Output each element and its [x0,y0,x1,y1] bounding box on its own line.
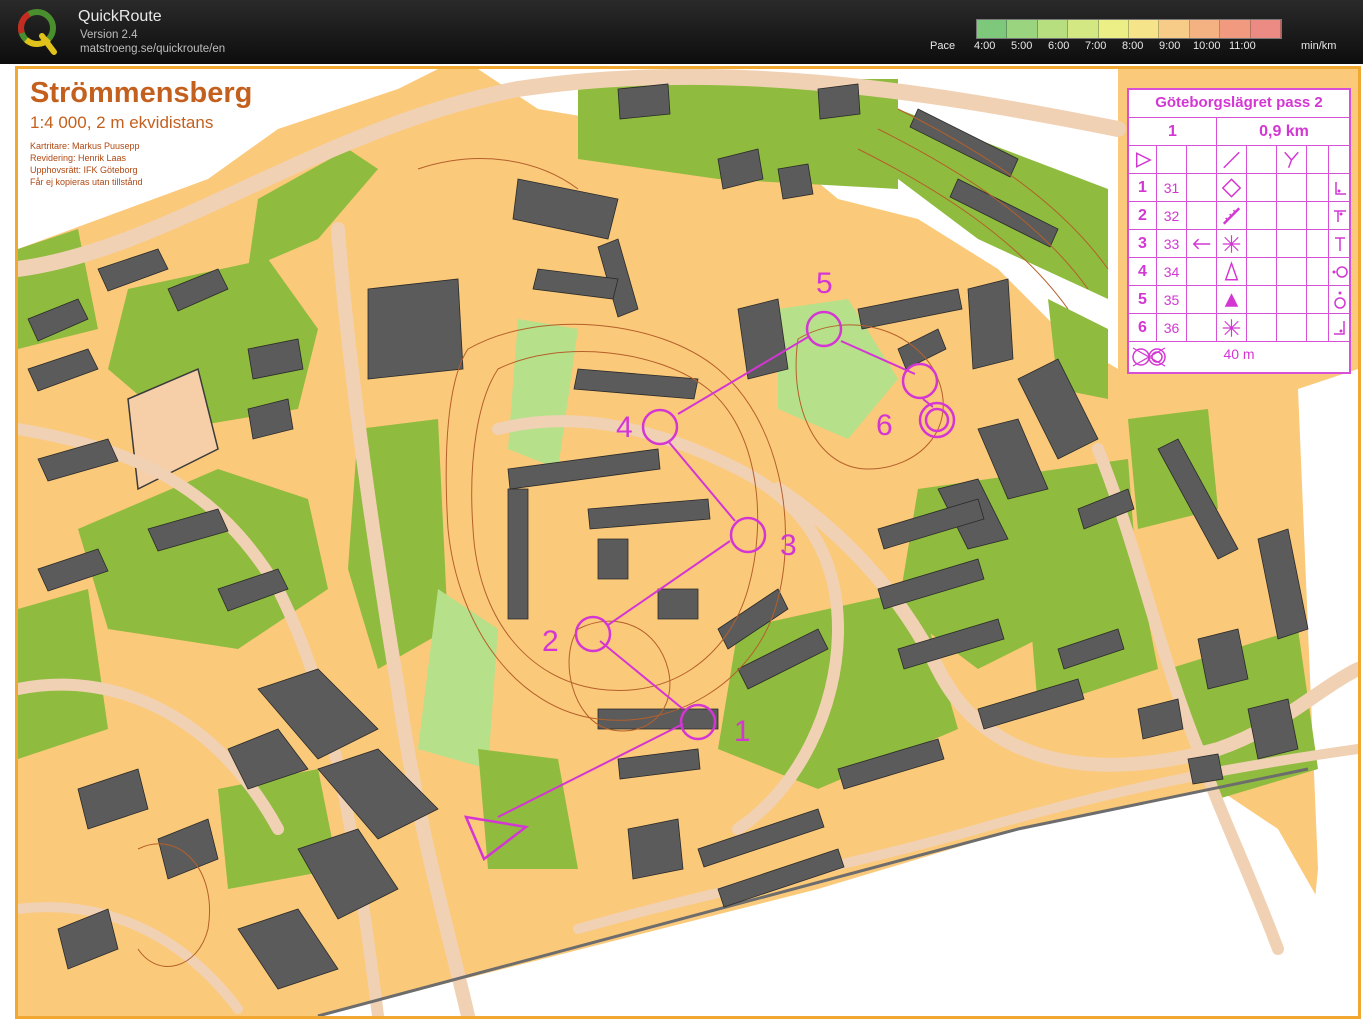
control-code: 33 [1157,230,1187,258]
diamond-icon [1217,174,1247,202]
thicket-icon [1217,230,1247,258]
pace-color-cell [1037,20,1069,38]
description-header-row: 1 0,9 km [1129,117,1349,146]
description-row: 4 34 [1129,257,1349,286]
description-row: 2 32 [1129,201,1349,230]
pace-tick: 10:00 [1193,40,1221,52]
pace-tick: 6:00 [1048,40,1070,52]
pace-color-cell [1068,20,1099,38]
pace-label: Pace [930,40,956,52]
pace-color-cell [977,20,1008,38]
map-credit: Revidering: Henrik Laas [30,153,127,163]
orienteering-map[interactable]: 1 2 3 4 5 6 Strömmensberg 1:4 000, 2 m e… [15,66,1361,1019]
pace-color-cell [1220,20,1251,38]
control-code: 34 [1157,258,1187,286]
control-code: 32 [1157,202,1187,230]
thicket-icon [1217,314,1247,342]
side-icon [1329,258,1351,286]
control-seq: 2 [1129,202,1157,230]
control-seq: 5 [1129,286,1157,314]
description-finish-row: 40 m [1129,341,1349,373]
pace-tick: 5:00 [1011,40,1033,52]
pace-unit: min/km [1301,40,1337,52]
start-symbol-icon [1129,146,1157,174]
map-credit: Kartritare: Markus Puusepp [30,141,140,151]
control-code: 36 [1157,314,1187,342]
pace-tick: 8:00 [1122,40,1144,52]
cliff-icon [1217,202,1247,230]
boulder-icon [1217,258,1247,286]
corner2-icon [1329,314,1351,342]
pace-tick: 11:00 [1229,40,1256,52]
description-row: 3 33 [1129,229,1349,258]
junction-symbol-icon [1277,146,1307,174]
pace-color-cell [1159,20,1190,38]
control-seq: 4 [1129,258,1157,286]
pace-color-cell [1007,20,1038,38]
course-length: 0,9 km [1259,123,1309,140]
pace-tick: 9:00 [1159,40,1181,52]
finish-end-icon [1132,347,1166,367]
triangle-icon [1217,286,1247,314]
app-url[interactable]: matstroeng.se/quickroute/en [80,43,225,55]
app-header: QuickRoute Version 2.4 matstroeng.se/qui… [0,0,1363,64]
pace-tick: 4:00 [974,40,996,52]
control-number: 1 [734,715,751,748]
course-number: 1 [1129,118,1217,146]
corner-icon [1329,174,1351,202]
control-description-sheet: Göteborgslägret pass 2 1 0,9 km 1 31 2 3… [1127,88,1351,374]
app-title: QuickRoute [78,8,162,25]
map-credit: Får ej kopieras utan tillstånd [30,177,143,187]
map-credit: Upphovsrätt: IFK Göteborg [30,165,138,175]
pace-color-cell [1129,20,1160,38]
control-code: 35 [1157,286,1187,314]
direction-arrow-icon [1187,230,1217,258]
quickroute-logo-icon [18,9,57,55]
description-start-row [1129,145,1349,174]
foot-icon [1329,230,1351,258]
pace-color-cell [1189,20,1221,38]
control-number: 3 [780,529,797,562]
control-seq: 3 [1129,230,1157,258]
description-title: Göteborgslägret pass 2 [1155,94,1323,111]
control-number: 4 [616,411,633,444]
control-code: 31 [1157,174,1187,202]
map-title: Strömmensberg [30,77,253,109]
control-seq: 1 [1129,174,1157,202]
description-row: 1 31 [1129,173,1349,202]
pace-color-cell [1250,20,1282,38]
control-seq: 6 [1129,314,1157,342]
description-row: 6 36 [1129,313,1349,342]
path-symbol-icon [1217,146,1247,174]
control-number: 2 [542,625,559,658]
control-number: 6 [876,409,893,442]
pace-color-cell [1098,20,1130,38]
description-row: 5 35 [1129,285,1349,314]
bend-icon [1329,202,1351,230]
top-icon [1329,286,1351,314]
map-scale: 1:4 000, 2 m ekvidistans [30,113,214,132]
pace-color-scale [976,19,1282,39]
pace-tick: 7:00 [1085,40,1107,52]
control-number: 5 [816,267,833,300]
app-version: Version 2.4 [80,29,138,41]
